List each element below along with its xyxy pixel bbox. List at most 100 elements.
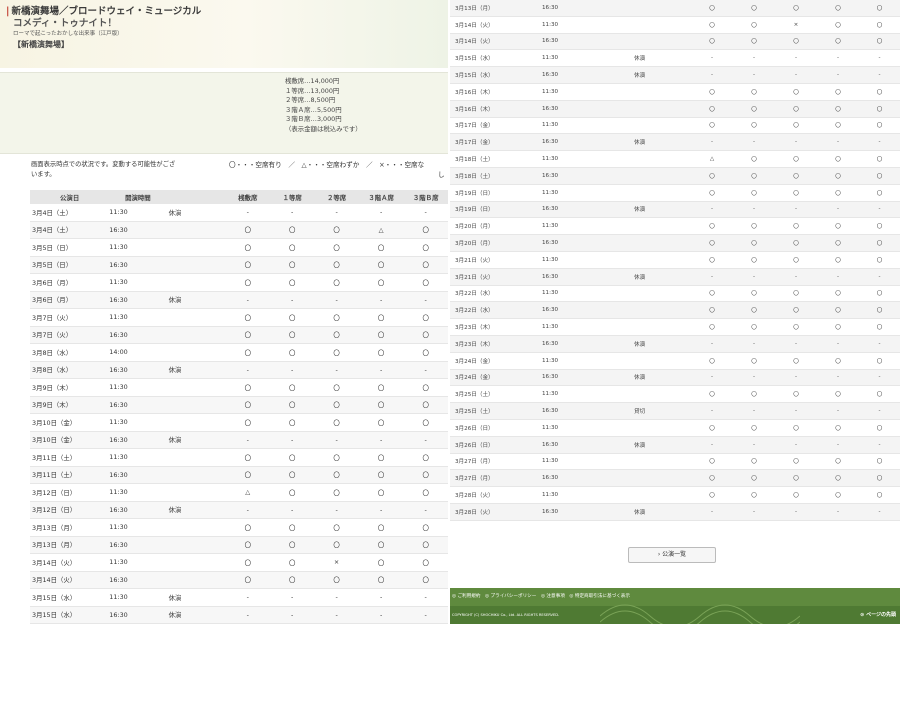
availability-cell: 〇 <box>269 483 315 502</box>
date-cell: 3月27日（月） <box>450 469 537 488</box>
availability-cell: 〇 <box>225 326 270 344</box>
availability-cell: 〇 <box>314 536 359 554</box>
note-cell <box>629 301 691 320</box>
availability-cell: 〇 <box>269 256 315 274</box>
availability-cell: 〇 <box>403 466 448 484</box>
availability-cell: - <box>859 49 900 68</box>
date-cell: 3月9日（木） <box>30 378 108 397</box>
table-row: 3月22日（水） 11:30 〇〇〇〇〇 <box>450 285 900 303</box>
date-cell: 3月16日（木） <box>450 100 537 118</box>
availability-cell: 〇 <box>691 385 733 404</box>
table-row: 3月9日（木） 11:30 〇〇〇〇〇 <box>30 378 448 397</box>
column-header: 開演時間 <box>107 190 167 204</box>
availability-cell: 〇 <box>358 571 404 589</box>
column-header <box>166 190 226 204</box>
availability-cell: 〇 <box>269 396 315 414</box>
legend-row: 画面表示時点での状況です。変動する可能性がございます。 〇・・・空席有り ／ △… <box>0 154 448 190</box>
table-row: 3月21日（火） 16:30 休演 - - - - - <box>450 268 900 286</box>
table-row: 3月16日（木） 11:30 〇〇〇〇〇 <box>450 83 900 101</box>
availability-cell: 〇 <box>859 453 900 471</box>
availability-cell: - <box>403 361 448 379</box>
price-line: ３階Ｂ席…3,000円 <box>285 115 342 123</box>
column-header: 桟敷席 <box>225 190 270 204</box>
date-cell: 3月24日（金） <box>450 352 537 370</box>
note-cell: 休演 <box>629 335 691 353</box>
right-panel: 3月13日（月） 16:30 〇〇〇〇〇 3月14日（火） 11:30 〇〇 × 〇〇 3月14… <box>450 0 900 624</box>
availability-cell: - <box>817 133 859 152</box>
availability-cell: 〇 <box>269 466 315 484</box>
availability-cell: - <box>314 291 359 309</box>
availability-cell: - <box>403 431 448 449</box>
date-cell: 3月11日（土） <box>30 466 108 484</box>
availability-cell: 〇 <box>269 378 315 397</box>
availability-cell: 〇 <box>225 396 270 414</box>
availability-cell: 〇 <box>733 352 775 370</box>
availability-cell: 〇 <box>403 256 448 274</box>
availability-cell: - <box>733 369 775 387</box>
note-cell: 休演 <box>629 201 691 219</box>
date-cell: 3月28日（火） <box>450 486 537 504</box>
availability-cell: 〇 <box>775 352 817 370</box>
table-row: 3月23日（木） 11:30 〇〇〇〇〇 <box>450 318 900 336</box>
availability-cell: - <box>733 268 775 286</box>
availability-cell: - <box>691 133 733 152</box>
date-cell: 3月19日（日） <box>450 184 537 202</box>
table-row: 3月27日（月） 16:30 〇〇〇〇〇 <box>450 469 900 488</box>
availability-cell: 〇 <box>733 234 775 252</box>
date-cell: 3月15日（水） <box>450 49 537 68</box>
note-cell <box>629 117 691 135</box>
time-cell: 16:30 <box>537 0 629 17</box>
note-cell <box>629 419 691 437</box>
availability-cell: 〇 <box>775 33 817 51</box>
availability-cell: 〇 <box>859 0 900 17</box>
availability-cell: 〇 <box>269 448 315 467</box>
availability-cell: - <box>775 402 817 420</box>
availability-cell: - <box>691 436 733 454</box>
availability-cell: 〇 <box>691 234 733 252</box>
availability-cell: 〇 <box>269 326 315 344</box>
performance-list-button[interactable]: › 公演一覧 <box>628 547 716 563</box>
availability-cell: 〇 <box>733 16 775 34</box>
time-cell: 16:30 <box>537 66 629 84</box>
availability-cell: 〇 <box>733 167 775 185</box>
status-note: 画面表示時点での状況です。変動する可能性がございます。 <box>31 161 176 178</box>
table-row: 3月21日（火） 11:30 〇〇〇〇〇 <box>450 251 900 269</box>
date-cell: 3月6日（月） <box>30 273 108 292</box>
time-cell: 11:30 <box>537 318 629 336</box>
availability-cell: - <box>859 335 900 353</box>
availability-cell: - <box>691 402 733 420</box>
date-cell: 3月22日（水） <box>450 285 537 303</box>
table-row: 3月18日（土） 11:30 △ 〇〇〇〇 <box>450 150 900 168</box>
table-row: 3月5日（日） 11:30 〇〇〇〇〇 <box>30 238 448 257</box>
availability-cell: - <box>691 49 733 68</box>
table-row: 3月24日（金） 11:30 〇〇〇〇〇 <box>450 352 900 370</box>
date-cell: 3月14日（火） <box>450 33 537 51</box>
note-cell <box>166 343 226 362</box>
table-row: 3月14日（火） 16:30 〇〇〇〇〇 <box>30 571 448 589</box>
page-top-link[interactable]: ⊙ ページの先頭 <box>860 606 896 624</box>
date-cell: 3月7日（火） <box>30 308 108 327</box>
date-cell: 3月5日（日） <box>30 256 108 274</box>
availability-cell: 〇 <box>358 238 404 257</box>
table-row: 3月15日（水） 16:30 休演 - - - - - <box>450 66 900 84</box>
note-cell <box>629 167 691 185</box>
availability-cell: 〇 <box>817 0 859 17</box>
table-row: 3月27日（月） 11:30 〇〇〇〇〇 <box>450 453 900 471</box>
table-row: 3月15日（水） 11:30 休演 - - - - - <box>30 588 448 607</box>
availability-cell: - <box>358 501 404 519</box>
availability-cell: 〇 <box>859 352 900 370</box>
time-cell: 16:30 <box>537 402 629 420</box>
price-line: ２等席…8,500円 <box>285 96 336 104</box>
availability-cell: - <box>859 201 900 219</box>
time-cell: 16:30 <box>107 466 167 484</box>
availability-cell: - <box>314 431 359 449</box>
date-cell: 3月12日（日） <box>30 501 108 519</box>
date-cell: 3月20日（月） <box>450 234 537 252</box>
note-cell <box>166 466 226 484</box>
date-cell: 3月25日（土） <box>450 402 537 420</box>
note-cell: 休演 <box>166 431 226 449</box>
table-row: 3月13日（月） 11:30 〇〇〇〇〇 <box>30 518 448 537</box>
note-cell: 休演 <box>166 204 226 222</box>
note-cell <box>629 16 691 34</box>
table-row: 3月20日（月） 16:30 〇〇〇〇〇 <box>450 234 900 252</box>
